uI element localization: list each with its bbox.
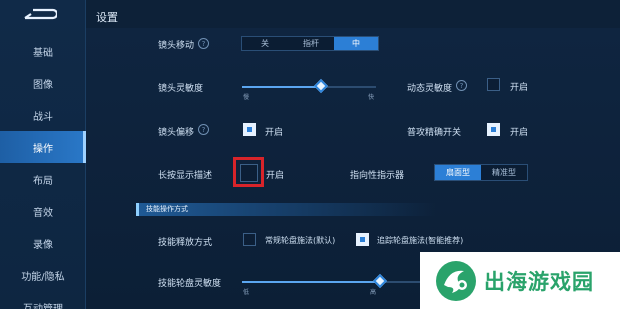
sidebar-item-replay[interactable]: 录像 [0,227,86,259]
watermark: 出海游戏园 [420,252,620,309]
direction-indicator-label: 指向性指示器 [350,171,405,181]
skill-release-label: 技能释放方式 [158,238,213,248]
sidebar-item-label: 音效 [33,207,53,219]
watermark-text: 出海游戏园 [484,270,594,294]
sidebar-item-battle[interactable]: 战斗 [0,99,86,131]
camera-move-option-off[interactable]: 关 [242,37,288,50]
camera-offset-checkbox[interactable] [243,123,256,136]
skill-release-option-b-checkbox[interactable] [356,233,369,246]
skill-wheel-sensitivity-slider[interactable] [242,281,420,283]
sidebar-item-interaction[interactable]: 互动管理 [0,291,86,309]
direction-option-precise[interactable]: 精准型 [481,165,527,180]
precise-attack-label: 普攻精确开关 [407,128,462,138]
camera-move-option-mid[interactable]: 中 [334,37,378,50]
sidebar-item-basic[interactable]: 基础 [0,35,86,67]
sidebar-item-label: 战斗 [33,111,53,123]
watermark-logo-icon [436,261,476,301]
direction-indicator-segmented: 扇面型 精准型 [434,164,528,181]
back-arrow-icon [24,8,57,20]
camera-move-label: 镜头移动 [158,41,195,51]
precise-attack-checkbox[interactable] [487,123,500,136]
direction-option-fan[interactable]: 扇面型 [435,165,481,180]
sidebar-item-layout[interactable]: 布局 [0,163,86,195]
skill-wheel-sensitivity-label: 技能轮盘灵敏度 [158,279,222,289]
camera-sensitivity-label: 镜头灵敏度 [158,84,204,94]
camera-move-option-joystick[interactable]: 指杆 [288,37,334,50]
sidebar-item-controls[interactable]: 操作 [0,131,86,163]
camera-move-segmented: 关 指杆 中 [241,36,379,51]
skill-release-option-a-checkbox[interactable] [243,233,256,246]
slider-fill [242,86,322,88]
highlight-box [233,157,264,187]
slider-max-label: 高 [370,289,377,296]
help-icon[interactable]: ? [456,80,467,91]
skill-section-header: 技能操作方式 [136,203,436,216]
dynamic-sensitivity-checkbox[interactable] [487,78,500,91]
back-button[interactable] [22,6,58,24]
sidebar-item-image[interactable]: 图像 [0,67,86,99]
slider-fill [242,281,380,283]
skill-release-option-a-label: 常规轮盘施法(默认) [265,236,336,245]
sidebar-item-sound[interactable]: 音效 [0,195,86,227]
slider-max-label: 快 [368,94,375,101]
slider-min-label: 低 [243,289,250,296]
skill-release-option-b-label: 追踪轮盘施法(智能推荐) [377,236,464,245]
sidebar-item-label: 录像 [33,239,53,251]
settings-sidebar: 基础 图像 战斗 操作 布局 音效 录像 功能/隐私 互动管理 [0,0,86,309]
precise-attack-toggle-label: 开启 [510,128,529,138]
camera-sensitivity-slider[interactable] [242,86,376,88]
sidebar-item-label: 功能/隐私 [21,271,65,283]
camera-offset-label: 镜头偏移 [158,128,195,138]
long-press-desc-label: 长按显示描述 [158,171,213,181]
sidebar-item-privacy[interactable]: 功能/隐私 [0,259,86,291]
sidebar-item-label: 基础 [33,47,53,59]
sidebar-item-label: 布局 [33,175,53,187]
long-press-desc-toggle-label: 开启 [266,171,285,181]
sidebar-item-label: 图像 [33,79,53,91]
page-title: 设置 [96,11,118,24]
help-icon[interactable]: ? [198,124,209,135]
slider-min-label: 慢 [243,94,250,101]
camera-offset-toggle-label: 开启 [265,128,284,138]
sidebar-item-label: 互动管理 [23,303,63,309]
sidebar-item-label: 操作 [33,143,53,155]
help-icon[interactable]: ? [198,38,209,49]
dynamic-sensitivity-toggle-label: 开启 [510,83,529,93]
dynamic-sensitivity-label: 动态灵敏度 [407,84,453,94]
